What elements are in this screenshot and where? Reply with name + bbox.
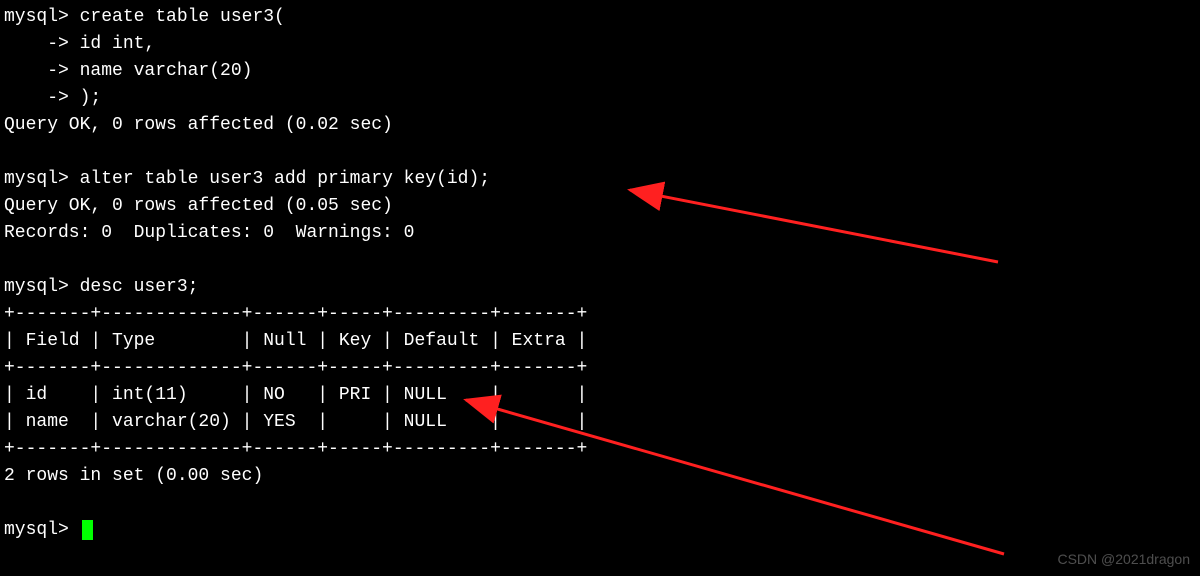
- mysql-prompt: mysql>: [4, 277, 69, 297]
- table-separator: +-------+-------------+------+-----+----…: [4, 301, 1196, 328]
- table-separator: +-------+-------------+------+-----+----…: [4, 355, 1196, 382]
- sql-fragment: );: [69, 88, 101, 108]
- blank-line: [4, 490, 1196, 517]
- cont-prompt: ->: [4, 34, 69, 54]
- cont-prompt: ->: [4, 88, 69, 108]
- table-separator: +-------+-------------+------+-----+----…: [4, 436, 1196, 463]
- mysql-prompt: mysql>: [4, 169, 69, 189]
- cursor-icon: [82, 520, 93, 540]
- table-row: | name | varchar(20) | YES | | NULL | |: [4, 409, 1196, 436]
- terminal-output: mysql> create table user3( -> id int, ->…: [4, 4, 1196, 544]
- prompt-line[interactable]: mysql>: [4, 517, 1196, 544]
- sql-command: desc user3;: [69, 277, 199, 297]
- mysql-prompt: mysql>: [4, 520, 80, 540]
- prompt-line: mysql> desc user3;: [4, 274, 1196, 301]
- table-header: | Field | Type | Null | Key | Default | …: [4, 328, 1196, 355]
- continuation-line: -> );: [4, 85, 1196, 112]
- result-summary: 2 rows in set (0.00 sec): [4, 463, 1196, 490]
- table-row: | id | int(11) | NO | PRI | NULL | |: [4, 382, 1196, 409]
- query-result: Records: 0 Duplicates: 0 Warnings: 0: [4, 220, 1196, 247]
- blank-line: [4, 247, 1196, 274]
- sql-command: alter table user3 add primary key(id);: [69, 169, 490, 189]
- continuation-line: -> id int,: [4, 31, 1196, 58]
- query-result: Query OK, 0 rows affected (0.02 sec): [4, 112, 1196, 139]
- prompt-line: mysql> create table user3(: [4, 4, 1196, 31]
- sql-command: create table user3(: [69, 7, 285, 27]
- mysql-prompt: mysql>: [4, 7, 69, 27]
- continuation-line: -> name varchar(20): [4, 58, 1196, 85]
- sql-fragment: id int,: [69, 34, 155, 54]
- sql-fragment: name varchar(20): [69, 61, 253, 81]
- blank-line: [4, 139, 1196, 166]
- prompt-line: mysql> alter table user3 add primary key…: [4, 166, 1196, 193]
- cont-prompt: ->: [4, 61, 69, 81]
- watermark: CSDN @2021dragon: [1057, 549, 1190, 570]
- query-result: Query OK, 0 rows affected (0.05 sec): [4, 193, 1196, 220]
